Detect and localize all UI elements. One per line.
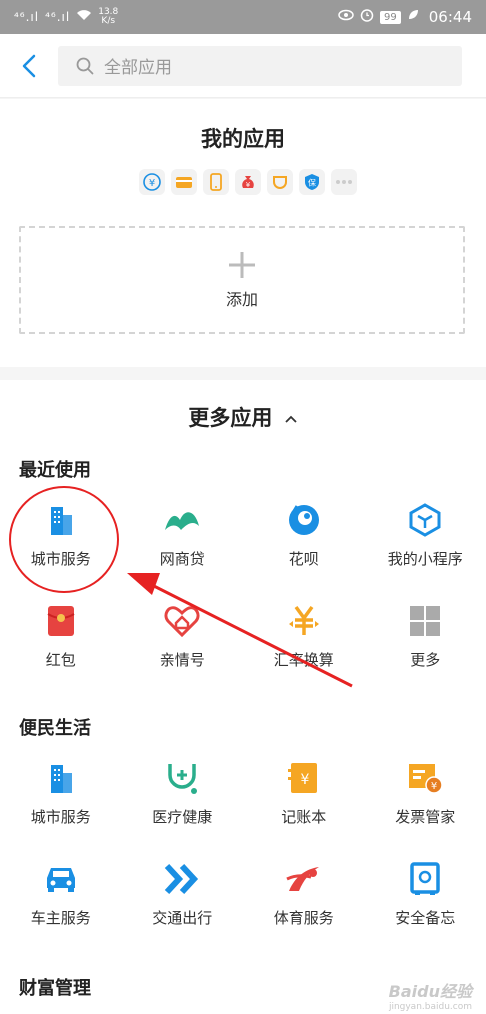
svg-text:¥: ¥ bbox=[431, 781, 437, 792]
app-car-owner[interactable]: 车主服务 bbox=[0, 845, 122, 946]
app-red-packet[interactable]: 红包 bbox=[0, 587, 122, 688]
app-mybank-loan[interactable]: 网商贷 bbox=[122, 486, 244, 587]
phone-icon bbox=[203, 169, 229, 195]
add-app-button[interactable]: 添加 bbox=[19, 226, 465, 334]
heart-house-icon bbox=[162, 601, 202, 641]
yen-exchange-icon bbox=[284, 601, 324, 641]
section-title-daily-life: 便民生活 bbox=[19, 718, 91, 739]
more-apps-title[interactable]: 更多应用 bbox=[0, 402, 486, 432]
more-dots-icon bbox=[331, 169, 357, 195]
svg-text:保: 保 bbox=[308, 178, 316, 188]
runner-swoosh-icon bbox=[284, 859, 324, 899]
alarm-icon bbox=[360, 8, 374, 26]
app-sports[interactable]: 体育服务 bbox=[243, 845, 365, 946]
app-exchange-rate[interactable]: 汇率换算 bbox=[243, 587, 365, 688]
card-icon bbox=[171, 169, 197, 195]
search-placeholder: 全部应用 bbox=[104, 58, 172, 78]
app-family-account[interactable]: 亲情号 bbox=[122, 587, 244, 688]
add-label: 添加 bbox=[225, 290, 258, 309]
cup-icon bbox=[267, 169, 293, 195]
app-huabei[interactable]: 花呗 bbox=[243, 486, 365, 587]
app-mini-programs[interactable]: 我的小程序 bbox=[365, 486, 486, 587]
svg-text:¥: ¥ bbox=[149, 178, 155, 189]
app-invoice-manager[interactable]: ¥ 发票管家 bbox=[365, 744, 486, 845]
wifi-icon bbox=[76, 9, 92, 25]
transfer-yen-icon: ¥ bbox=[139, 169, 165, 195]
app-transportation[interactable]: 交通出行 bbox=[122, 845, 244, 946]
app-medical-health[interactable]: 医疗健康 bbox=[122, 744, 244, 845]
plus-icon bbox=[229, 252, 255, 278]
my-apps-section: 我的应用 ¥ ¥ 保 添加 bbox=[0, 99, 486, 367]
app-city-service-2[interactable]: 城市服务 bbox=[0, 744, 122, 845]
cube-icon bbox=[405, 500, 445, 540]
my-apps-icon-strip[interactable]: ¥ ¥ 保 bbox=[139, 169, 357, 195]
buildings-icon bbox=[41, 758, 81, 798]
search-icon bbox=[76, 57, 94, 75]
svg-text:¥: ¥ bbox=[246, 181, 251, 189]
chevron-up-icon bbox=[285, 415, 297, 423]
clock: 06:44 bbox=[428, 8, 472, 26]
my-apps-title: 我的应用 bbox=[201, 127, 285, 151]
search-input[interactable]: 全部应用 bbox=[58, 45, 462, 86]
daily-life-grid: 城市服务 医疗健康 ¥ 记账本 ¥ 发票管家 车主服务 交通出行 体育服务 安全… bbox=[0, 744, 486, 946]
watermark: Baidu经验 jingyan.baidu.com bbox=[388, 982, 472, 1012]
eye-icon bbox=[338, 9, 354, 25]
section-title-wealth: 财富管理 bbox=[19, 978, 91, 999]
app-account-book[interactable]: ¥ 记账本 bbox=[243, 744, 365, 845]
chevron-left-icon bbox=[22, 54, 36, 77]
huabei-icon bbox=[284, 500, 324, 540]
insurance-shield-icon: 保 bbox=[299, 169, 325, 195]
signal-icon-2: ⁴⁶.ıl bbox=[45, 10, 71, 24]
battery-indicator: 99 bbox=[380, 10, 401, 24]
grid-icon bbox=[405, 601, 445, 641]
mountain-icon bbox=[162, 500, 202, 540]
car-icon bbox=[41, 859, 81, 899]
svg-text:¥: ¥ bbox=[300, 772, 309, 788]
more-apps-section: 更多应用 最近使用 城市服务 网商贷 花呗 我的小程序 红包 亲情号 汇率换算 … bbox=[0, 380, 486, 1014]
stethoscope-icon bbox=[162, 758, 202, 798]
back-button[interactable] bbox=[0, 34, 58, 98]
invoice-icon: ¥ bbox=[405, 758, 445, 798]
network-speed: 13.8 K/s bbox=[98, 7, 119, 26]
section-title-recent: 最近使用 bbox=[19, 460, 91, 481]
red-envelope-icon bbox=[41, 601, 81, 641]
signal-icon: ⁴⁶.ıl bbox=[14, 10, 40, 24]
header: 全部应用 bbox=[0, 34, 486, 98]
money-bag-icon: ¥ bbox=[235, 169, 261, 195]
ledger-icon: ¥ bbox=[284, 758, 324, 798]
safe-icon bbox=[405, 859, 445, 899]
leaf-icon bbox=[407, 9, 419, 25]
double-chevron-right-icon bbox=[162, 859, 202, 899]
annotation-circle bbox=[9, 486, 119, 593]
status-bar: ⁴⁶.ıl ⁴⁶.ıl 13.8 K/s 99 06:44 bbox=[0, 0, 486, 34]
app-more[interactable]: 更多 bbox=[365, 587, 486, 688]
app-security-memo[interactable]: 安全备忘 bbox=[365, 845, 486, 946]
